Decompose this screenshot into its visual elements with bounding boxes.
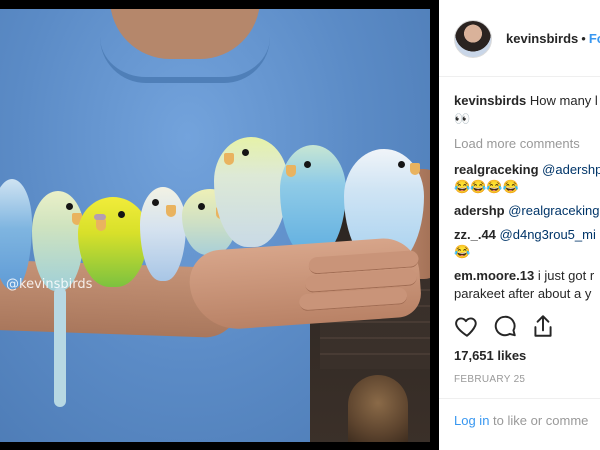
post-date[interactable]: FEBRUARY 25 [454, 374, 525, 385]
shirt-collar [100, 37, 270, 83]
comment-emoji-line: 😂 [454, 244, 470, 260]
budgie-yellow-green [78, 197, 148, 287]
footer-prompt: to like or comme [493, 413, 589, 428]
comment-text: i just got r [537, 268, 595, 283]
comment-text: How many l [529, 93, 598, 108]
wooden-chair [348, 375, 408, 442]
comment-mention[interactable]: @realgraceking [508, 203, 599, 218]
eyes-emoji: 👀 [454, 111, 471, 126]
header-user: kevinsbirds•Fo [506, 31, 600, 46]
login-link[interactable]: Log in [454, 413, 489, 428]
load-more-comments-button[interactable]: Load more comments [454, 136, 580, 151]
comment-mention[interactable]: @adershp [542, 162, 600, 177]
comment-username[interactable]: realgraceking [454, 162, 539, 177]
footer-text: Log in to like or comme [454, 413, 588, 428]
comment-emoji-line: 😂😂😂😂 [454, 179, 519, 195]
comment-username[interactable]: adershp [454, 203, 505, 218]
comment-row: zz._.44 @d4ng3rou5_mi [454, 227, 596, 242]
heart-icon[interactable] [454, 313, 480, 339]
share-icon[interactable] [530, 313, 556, 339]
comment-username[interactable]: em.moore.13 [454, 268, 534, 283]
comment-text-line2: parakeet after about a y [454, 286, 592, 301]
separator-dot: • [581, 31, 586, 46]
comment-row: realgraceking @adershp [454, 162, 600, 177]
post-side-panel: kevinsbirds•Fo kevinsbirds How many l 👀 … [439, 0, 600, 450]
budgie-green-pale [32, 191, 84, 407]
comment-footer: Log in to like or comme [439, 398, 600, 450]
comment-icon[interactable] [492, 313, 518, 339]
post-header: kevinsbirds•Fo [439, 0, 600, 77]
likes-count[interactable]: 17,651 likes [454, 348, 526, 363]
comment-row: em.moore.13 i just got r [454, 268, 594, 283]
comment-row: adershp @realgraceking [454, 203, 599, 218]
comment-username[interactable]: kevinsbirds [454, 93, 526, 108]
budgie-white-green [214, 137, 288, 247]
laughing-emoji: 😂😂😂😂 [454, 179, 519, 194]
budgie-sky-blue [280, 145, 346, 257]
follow-button[interactable]: Fo [589, 31, 600, 46]
photo-watermark: @kevinsbirds [6, 277, 93, 292]
username-link[interactable]: kevinsbirds [506, 31, 578, 46]
budgie-white-blue [140, 187, 186, 281]
comment-mention[interactable]: @d4ng3rou5_mi [500, 227, 596, 242]
budgie-blue-left [0, 179, 32, 289]
post-photo[interactable]: @kevinsbirds [0, 9, 430, 442]
caption-line: kevinsbirds How many l [454, 93, 598, 108]
laughing-emoji: 😂 [454, 244, 471, 259]
caption-emoji-line: 👀 [454, 111, 473, 127]
comment-username[interactable]: zz._.44 [454, 227, 496, 242]
hand [187, 236, 423, 332]
avatar[interactable] [454, 20, 492, 58]
